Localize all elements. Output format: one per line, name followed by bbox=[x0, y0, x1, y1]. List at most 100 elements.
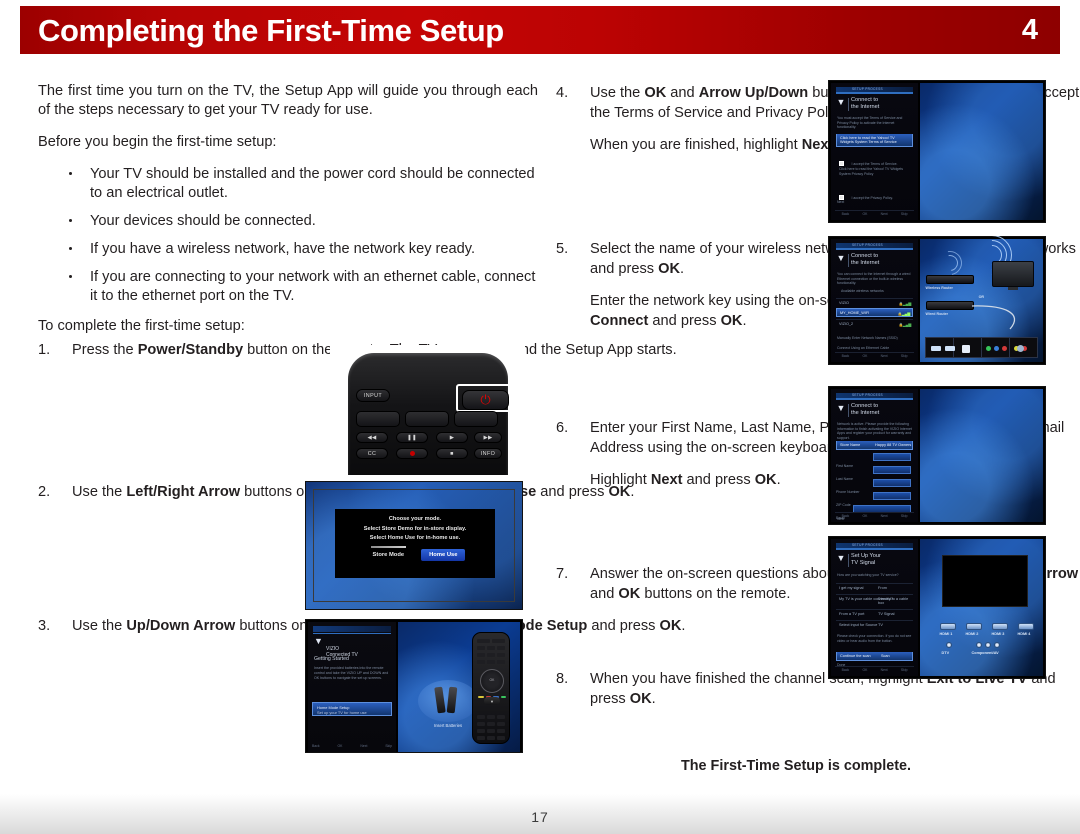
footer-next[interactable]: Next bbox=[360, 744, 367, 748]
footer-ok[interactable]: OK bbox=[862, 668, 867, 672]
wifi-body-text: You can connect to the Internet through … bbox=[837, 272, 911, 286]
form-row-store-name[interactable]: Store Name Happy 88 TV Owners bbox=[836, 441, 914, 450]
panel-heading-line1: Connect to bbox=[851, 403, 879, 409]
footer-ok[interactable]: OK bbox=[338, 744, 343, 748]
remote-fastforward-key[interactable]: ▶▶ bbox=[474, 432, 502, 443]
battery-icon bbox=[446, 686, 458, 714]
network-row[interactable]: VIZIO_2 🔒 ▂▄▆ bbox=[836, 319, 914, 328]
list-item-label: Your devices should be connected. bbox=[90, 213, 316, 229]
phone-number-input[interactable] bbox=[873, 479, 911, 487]
footer-back[interactable]: Back bbox=[312, 744, 320, 748]
remote-info-key[interactable]: INFO bbox=[474, 448, 502, 459]
remote-play-key[interactable]: ▶ bbox=[436, 432, 468, 443]
battery-callout-bubble bbox=[418, 680, 478, 722]
footer-skip[interactable]: Skip bbox=[901, 354, 908, 358]
figure-registration-form-screen: SETUP PROCESS ▼ Connect to the Internet … bbox=[828, 386, 1046, 525]
remote-record-key[interactable] bbox=[396, 448, 428, 459]
port-group-ethernet bbox=[954, 338, 982, 357]
list-item: Your devices should be connected. bbox=[38, 212, 538, 231]
tv-glyph bbox=[941, 555, 1028, 607]
setup-progress-bar: SETUP PROCESS bbox=[836, 87, 914, 94]
home-mode-setup-sublabel: Set up your TV for home use bbox=[317, 710, 367, 715]
intro-paragraph-1: The first time you turn on the TV, the S… bbox=[38, 83, 538, 118]
prerequisite-list: Your TV should be installed and the powe… bbox=[38, 165, 538, 306]
remote-pause-key[interactable]: ❚❚ bbox=[396, 432, 428, 443]
home-mode-setup-menu-item[interactable]: Home Mode Setup Set up your TV for home … bbox=[312, 702, 392, 716]
list-item: If you are connecting to your network wi… bbox=[38, 268, 538, 306]
figure-choose-mode-screen: Choose your mode. Select Store Demo for … bbox=[305, 481, 523, 610]
bullet-dot-icon bbox=[69, 275, 72, 278]
footer-back[interactable]: Back bbox=[842, 514, 850, 518]
footer-back[interactable]: Back bbox=[842, 354, 850, 358]
footer-back[interactable]: Back bbox=[842, 668, 850, 672]
remote-blank-key[interactable] bbox=[454, 411, 498, 427]
hdmi3-label: HDMI 3 bbox=[991, 632, 1005, 636]
footer-ok[interactable]: OK bbox=[862, 514, 867, 518]
available-networks-label: Available wireless networks bbox=[841, 289, 884, 293]
next-button[interactable]: Next bbox=[837, 200, 844, 205]
footer-next[interactable]: Next bbox=[881, 668, 888, 672]
remote-stop-key[interactable]: ■ bbox=[436, 448, 468, 459]
signal-row-label: From a TV port bbox=[839, 612, 865, 616]
or-label: OR bbox=[978, 295, 984, 299]
remote-rewind-key[interactable]: ◀◀ bbox=[356, 432, 388, 443]
remote-body: INPUT ⏻ ◀◀ ❚❚ ▶ ▶▶ CC ■ INFO bbox=[348, 353, 512, 475]
page-title: Completing the First-Time Setup bbox=[38, 12, 504, 48]
remote-blank-key[interactable] bbox=[356, 411, 400, 427]
power-standby-button[interactable]: ⏻ bbox=[462, 389, 509, 410]
network-row-selected[interactable]: MY_HOME_WIFI 🔒 ▂▄▆ bbox=[836, 308, 914, 317]
checkbox-icon[interactable] bbox=[839, 161, 844, 166]
privacy-policy-link[interactable]: Click here to read the Yahoo! TV Widgets… bbox=[839, 167, 913, 176]
power-button-highlight: ⏻ bbox=[456, 384, 512, 412]
footer-back[interactable]: Back bbox=[842, 212, 850, 216]
getting-started-footer: Back OK Next Skip bbox=[312, 744, 392, 748]
manual-entry-row[interactable]: Manually Enter Network Names (SSID) bbox=[837, 336, 913, 341]
signal-row[interactable]: My TV is your cable connected? Directly … bbox=[836, 594, 914, 607]
terms-of-service-link[interactable]: Click here to read the Yahoo! TV Widgets… bbox=[836, 134, 914, 147]
list-item: Your TV should be installed and the powe… bbox=[38, 165, 538, 203]
privacy-accept-row[interactable]: I accept the Privacy Policy. bbox=[839, 187, 893, 205]
step-number: 8. bbox=[556, 671, 569, 687]
battery-icon bbox=[434, 686, 446, 714]
tv-port-panel bbox=[924, 337, 1038, 358]
footer-ok[interactable]: OK bbox=[862, 212, 867, 216]
bullet-dot-icon bbox=[69, 219, 72, 222]
step-number: 3. bbox=[38, 618, 51, 634]
remote-blank-key[interactable] bbox=[405, 411, 449, 427]
signal-row[interactable]: From a TV port TV Signal bbox=[836, 609, 914, 618]
vizio-logo: ▼ VIZIO Connected TV bbox=[314, 637, 358, 659]
footer-skip[interactable]: Skip bbox=[901, 668, 908, 672]
network-row[interactable]: VIZIO 🔒 ▂▄▆ bbox=[836, 298, 914, 307]
panel-heading: ▼ Set Up Your TV Signal bbox=[837, 553, 881, 566]
signal-row-label: Select input for Source bbox=[839, 623, 878, 627]
network-list-panel: SETUP PROCESS ▼ Connect to the Internet … bbox=[831, 239, 919, 362]
step-number: 2. bbox=[38, 484, 51, 500]
footer-next[interactable]: Next bbox=[881, 212, 888, 216]
footer-skip[interactable]: Skip bbox=[901, 514, 908, 518]
home-use-button[interactable]: Home Use bbox=[421, 548, 466, 561]
store-mode-button[interactable]: Store Mode bbox=[365, 545, 413, 561]
footer-skip[interactable]: Skip bbox=[901, 212, 908, 216]
footer-skip[interactable]: Skip bbox=[385, 744, 392, 748]
panel-footer: Back OK Next Skip bbox=[835, 512, 915, 519]
last-name-input[interactable] bbox=[873, 466, 911, 474]
list-item-label: If you have a wireless network, have the… bbox=[90, 241, 476, 257]
footer-ok[interactable]: OK bbox=[862, 354, 867, 358]
first-name-input[interactable] bbox=[873, 453, 911, 461]
wireless-router-glyph bbox=[925, 275, 974, 284]
wired-router-label: Wired Router bbox=[925, 312, 949, 316]
panel-footer: Back OK Next Skip bbox=[835, 352, 915, 359]
remote-cc-key[interactable]: CC bbox=[356, 448, 388, 459]
signal-row[interactable]: I get my signal From bbox=[836, 583, 914, 592]
signal-row[interactable]: Select input for Source TV bbox=[836, 620, 914, 629]
panel-footer: Back OK Next Skip bbox=[835, 210, 915, 217]
panel-heading-line1: Connect to bbox=[851, 97, 879, 103]
ethernet-option-row[interactable]: Connect Using an Ethernet Cable bbox=[837, 346, 913, 351]
scan-row-selected[interactable]: Continue the scan Scan bbox=[836, 652, 914, 661]
zip-code-input[interactable] bbox=[873, 492, 911, 500]
footer-next[interactable]: Next bbox=[881, 354, 888, 358]
footer-next[interactable]: Next bbox=[881, 514, 888, 518]
setup-progress-bar bbox=[313, 626, 391, 634]
panel-heading: ▼ Connect to the Internet bbox=[837, 403, 880, 416]
record-icon bbox=[409, 451, 415, 456]
